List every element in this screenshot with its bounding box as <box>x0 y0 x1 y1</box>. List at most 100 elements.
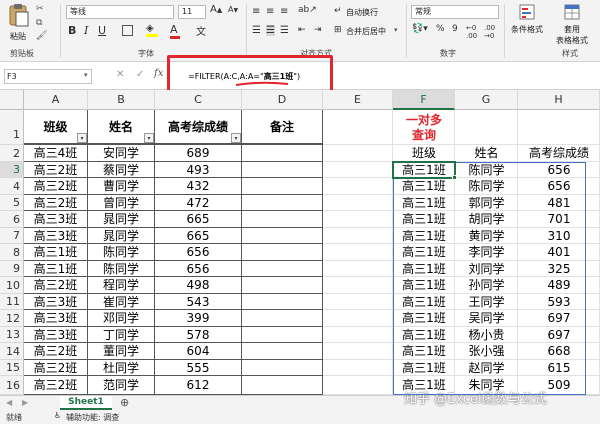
row-header-3[interactable]: 3 <box>0 162 24 178</box>
align-top-icon[interactable]: ≡ <box>252 6 260 17</box>
source-note-cell[interactable] <box>242 178 323 195</box>
source-name-cell[interactable]: 崔同学 <box>88 294 155 310</box>
wrap-text-button[interactable]: 自动换行 <box>346 7 378 18</box>
fill-handle[interactable] <box>452 175 457 180</box>
source-score-cell[interactable]: 543 <box>155 294 242 310</box>
row-header-14[interactable]: 14 <box>0 343 24 360</box>
chevron-down-icon[interactable]: ▾ <box>394 26 398 34</box>
column-header-c[interactable]: C <box>155 90 242 110</box>
row-header-6[interactable]: 6 <box>0 211 24 228</box>
select-all-corner[interactable] <box>0 90 24 110</box>
bold-button[interactable]: B <box>68 24 76 37</box>
cell[interactable] <box>323 294 393 310</box>
source-score-cell[interactable]: 399 <box>155 310 242 327</box>
indent-increase-icon[interactable]: ⇥ <box>314 25 322 35</box>
result-name-cell[interactable]: 郭同学 <box>455 195 518 211</box>
source-note-cell[interactable] <box>242 294 323 310</box>
underline-button[interactable]: U <box>98 24 106 37</box>
source-note-cell[interactable] <box>242 195 323 211</box>
source-class-cell[interactable]: 高三2班 <box>24 277 88 294</box>
source-note-cell[interactable] <box>242 327 323 343</box>
row-header-1[interactable]: 1 <box>0 110 24 145</box>
source-name-cell[interactable]: 丁同学 <box>88 327 155 343</box>
source-class-cell[interactable]: 高三2班 <box>24 343 88 360</box>
cell[interactable] <box>323 211 393 228</box>
source-name-cell[interactable]: 杜同学 <box>88 360 155 376</box>
source-class-cell[interactable]: 高三1班 <box>24 261 88 277</box>
column-header-h[interactable]: H <box>518 90 600 110</box>
cell[interactable] <box>323 277 393 294</box>
cell[interactable] <box>455 110 518 145</box>
source-score-cell[interactable]: 472 <box>155 195 242 211</box>
source-score-cell[interactable]: 555 <box>155 360 242 376</box>
column-header-e[interactable]: E <box>323 90 393 110</box>
row-header-13[interactable]: 13 <box>0 327 24 343</box>
cell[interactable] <box>323 244 393 261</box>
result-class-cell[interactable]: 高三1班 <box>393 244 455 261</box>
result-name-cell[interactable]: 黄同学 <box>455 228 518 244</box>
font-name-dropdown[interactable]: 等线 <box>66 5 174 19</box>
row-header-11[interactable]: 11 <box>0 294 24 310</box>
increase-decimal-icon[interactable]: ←0.00 <box>466 24 477 40</box>
source-name-cell[interactable]: 曾同学 <box>88 195 155 211</box>
result-class-cell[interactable]: 高三1班 <box>393 195 455 211</box>
result-class-cell[interactable]: 高三1班 <box>393 327 455 343</box>
source-name-cell[interactable]: 邓同学 <box>88 310 155 327</box>
result-class-cell[interactable]: 高三1班 <box>393 376 455 395</box>
active-cell[interactable] <box>392 161 456 179</box>
decrease-decimal-icon[interactable]: .00 →0 <box>484 24 495 40</box>
result-class-cell[interactable]: 高三1班 <box>393 178 455 195</box>
row-header-8[interactable]: 8 <box>0 244 24 261</box>
cell[interactable] <box>323 195 393 211</box>
grow-font-icon[interactable]: A▲ <box>210 4 222 15</box>
source-score-cell[interactable]: 665 <box>155 228 242 244</box>
source-note-cell[interactable] <box>242 162 323 178</box>
copy-icon[interactable]: ⧉ <box>36 18 42 28</box>
column-header-b[interactable]: B <box>88 90 155 110</box>
result-class-cell[interactable]: 高三1班 <box>393 228 455 244</box>
source-score-cell[interactable]: 604 <box>155 343 242 360</box>
result-score-cell[interactable]: 697 <box>518 310 600 327</box>
result-score-cell[interactable]: 481 <box>518 195 600 211</box>
source-name-cell[interactable]: 晁同学 <box>88 228 155 244</box>
cell[interactable] <box>323 178 393 195</box>
row-header-5[interactable]: 5 <box>0 195 24 211</box>
row-header-7[interactable]: 7 <box>0 228 24 244</box>
result-class-cell[interactable]: 高三1班 <box>393 343 455 360</box>
cell[interactable] <box>323 360 393 376</box>
conditional-format-button[interactable]: 条件格式 <box>508 4 546 35</box>
result-score-cell[interactable]: 489 <box>518 277 600 294</box>
source-note-cell[interactable] <box>242 343 323 360</box>
source-class-cell[interactable]: 高三2班 <box>24 178 88 195</box>
borders-icon[interactable] <box>122 25 133 36</box>
source-score-cell[interactable]: 612 <box>155 376 242 395</box>
align-bottom-icon[interactable]: ≡ <box>280 6 288 17</box>
align-middle-icon[interactable]: ≡ <box>266 6 274 17</box>
cell[interactable] <box>323 145 393 162</box>
result-class-cell[interactable]: 高三1班 <box>393 211 455 228</box>
result-name-cell[interactable]: 孙同学 <box>455 277 518 294</box>
align-left-icon[interactable]: ☰ <box>252 25 261 36</box>
sheet-tab-sheet1[interactable]: Sheet1 <box>60 396 112 410</box>
enter-icon[interactable]: ✓ <box>136 69 144 80</box>
scroll-left-icon[interactable]: ◀ <box>6 398 12 407</box>
font-size-dropdown[interactable]: 11 <box>178 5 206 19</box>
source-class-cell[interactable]: 高三3班 <box>24 310 88 327</box>
phonetic-icon[interactable]: 文 <box>196 23 206 38</box>
name-box[interactable]: F3 <box>4 69 92 84</box>
result-score-cell[interactable]: 615 <box>518 360 600 376</box>
insert-function-icon[interactable]: fx <box>154 68 163 79</box>
result-name-cell[interactable]: 杨小贵 <box>455 327 518 343</box>
source-class-cell[interactable]: 高三2班 <box>24 162 88 178</box>
header-note[interactable]: 备注 <box>242 110 323 145</box>
source-note-cell[interactable] <box>242 277 323 294</box>
source-score-cell[interactable]: 656 <box>155 261 242 277</box>
result-name-cell[interactable]: 陈同学 <box>455 178 518 195</box>
name-box-chevron-icon[interactable]: ▾ <box>84 71 88 79</box>
source-class-cell[interactable]: 高三2班 <box>24 376 88 395</box>
source-note-cell[interactable] <box>242 244 323 261</box>
source-note-cell[interactable] <box>242 360 323 376</box>
source-class-cell[interactable]: 高三3班 <box>24 228 88 244</box>
number-format-dropdown[interactable]: 常规 <box>411 5 499 19</box>
accessibility-icon[interactable]: ♿ <box>54 411 61 420</box>
